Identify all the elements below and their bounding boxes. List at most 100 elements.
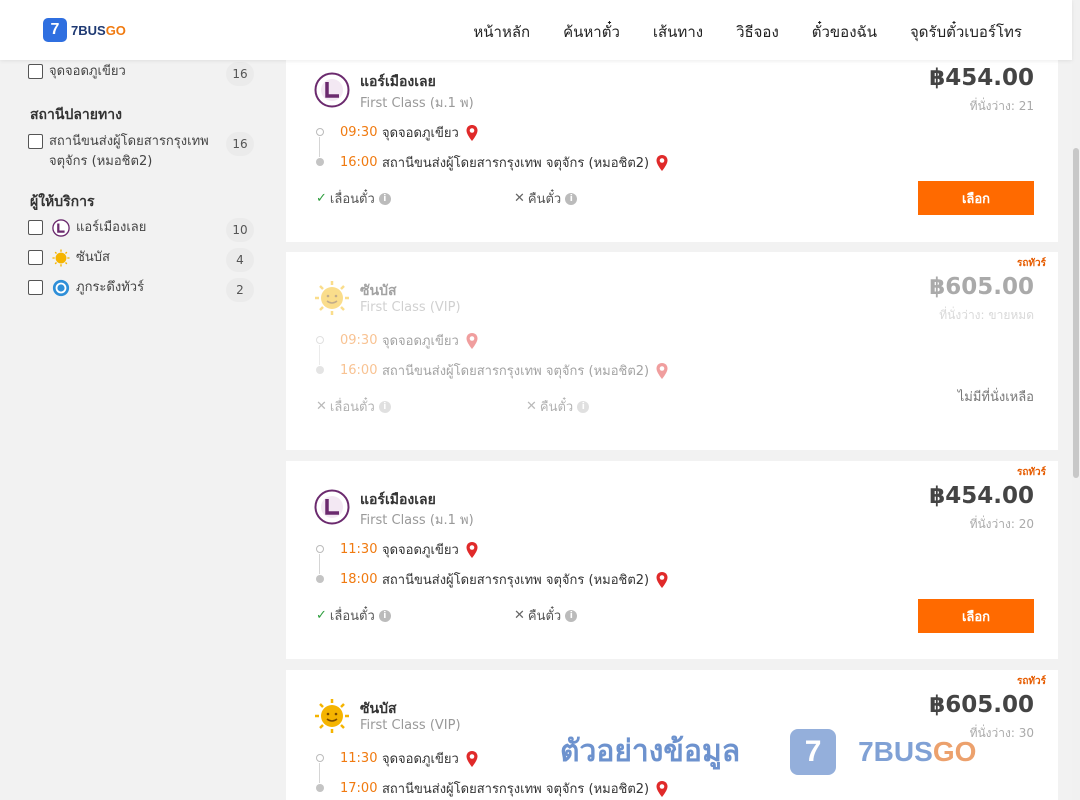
sun-logo-icon bbox=[52, 249, 70, 267]
no-seat-message: ไม่มีที่นั่งเหลือ bbox=[957, 390, 1034, 405]
check-icon: ✓ bbox=[316, 191, 327, 206]
nav-search-ticket[interactable]: ค้นหาตั๋ว bbox=[563, 20, 620, 44]
depart-dot bbox=[316, 545, 324, 553]
watermark-text: ตัวอย่างข้อมูล bbox=[560, 734, 741, 769]
page-scrollbar[interactable] bbox=[1072, 0, 1080, 800]
fare-price: ฿605.00 bbox=[929, 274, 1034, 300]
info-icon[interactable]: i bbox=[577, 400, 590, 413]
seats-available: ที่นั่งว่าง: 20 bbox=[969, 517, 1034, 531]
air-muang-loei-logo-icon bbox=[314, 72, 350, 108]
arrive-place: สถานีขนส่งผู้โดยสารกรุงเทพ จตุจักร (หมอช… bbox=[382, 156, 650, 171]
select-trip-button[interactable]: เลือก bbox=[918, 599, 1034, 633]
arrive-time: 16:00 bbox=[340, 155, 378, 170]
map-pin-icon[interactable] bbox=[465, 750, 479, 768]
map-pin-icon[interactable] bbox=[655, 154, 669, 172]
filter-dest-mochit2[interactable]: สถานีขนส่งผู้โดยสารกรุงเทพ จตุจักร (หมอช… bbox=[28, 132, 254, 172]
filter-operator-air-muang-loei[interactable]: แอร์เมืองเลย 10 bbox=[28, 218, 254, 242]
bus-class: First Class (ม.1 พ) bbox=[360, 96, 474, 111]
depart-dot bbox=[316, 128, 324, 136]
map-pin-icon[interactable] bbox=[655, 780, 669, 798]
depart-place: จุดจอดภูเขียว bbox=[382, 126, 459, 141]
map-pin-icon[interactable] bbox=[465, 541, 479, 559]
depart-place: จุดจอดภูเขียว bbox=[382, 334, 459, 349]
select-trip-button[interactable]: เลือก bbox=[918, 181, 1034, 215]
bus-class: First Class (ม.1 พ) bbox=[360, 513, 474, 528]
nav-pickup-points[interactable]: จุดรับตั๋วเบอร์โทร bbox=[910, 20, 1022, 44]
checkbox[interactable] bbox=[28, 134, 43, 149]
map-pin-icon[interactable] bbox=[465, 124, 479, 142]
depart-place: จุดจอดภูเขียว bbox=[382, 543, 459, 558]
change-ticket-policy: ✓ เลื่อนตั๋ว i bbox=[316, 188, 391, 209]
refund-ticket-policy: ✕ คืนตั๋ว i bbox=[514, 188, 578, 209]
map-pin-icon[interactable] bbox=[655, 571, 669, 589]
check-icon: ✓ bbox=[316, 608, 327, 623]
info-icon[interactable]: i bbox=[378, 400, 391, 413]
filter-operator-phukradueng[interactable]: ภูกระดึงทัวร์ 2 bbox=[28, 278, 254, 302]
count-badge: 2 bbox=[226, 278, 254, 302]
logo-mark: 7 bbox=[43, 18, 67, 42]
depart-time: 09:30 bbox=[340, 125, 378, 140]
nav-home[interactable]: หน้าหลัก bbox=[473, 20, 530, 44]
operator-name: แอร์เมืองเลย bbox=[360, 492, 436, 508]
depart-dot bbox=[316, 336, 324, 344]
refund-ticket-policy: ✕ คืนตั๋ว i bbox=[526, 396, 590, 417]
nav-routes[interactable]: เส้นทาง bbox=[653, 20, 703, 44]
filter-label: จุดจอดภูเขียว bbox=[49, 64, 126, 79]
fare-price: ฿454.00 bbox=[929, 65, 1034, 91]
checkbox[interactable] bbox=[28, 64, 43, 79]
air-muang-loei-logo-icon bbox=[314, 489, 350, 525]
depart-time: 11:30 bbox=[340, 542, 378, 557]
dest-section-title: สถานีปลายทาง bbox=[30, 107, 122, 123]
phukradueng-logo-icon bbox=[52, 279, 70, 297]
air-muang-loei-logo-icon bbox=[52, 219, 70, 237]
info-icon[interactable]: i bbox=[378, 609, 391, 622]
change-ticket-policy: ✓ เลื่อนตั๋ว i bbox=[316, 605, 391, 626]
sun-logo-icon bbox=[315, 699, 349, 733]
info-icon[interactable]: i bbox=[565, 192, 578, 205]
filter-origin-phukhiao[interactable]: จุดจอดภูเขียว 16 bbox=[28, 62, 254, 86]
trip-card: แอร์เมืองเลย First Class (ม.1 พ) ฿454.00… bbox=[286, 52, 1058, 242]
arrive-dot bbox=[316, 575, 324, 583]
arrive-place: สถานีขนส่งผู้โดยสารกรุงเทพ จตุจักร (หมอช… bbox=[382, 364, 650, 379]
nav-how-to-book[interactable]: วิธีจอง bbox=[736, 20, 779, 44]
map-pin-icon[interactable] bbox=[465, 332, 479, 350]
trip-card: รถทัวร์ แอร์เมืองเลย First Class (ม.1 พ)… bbox=[286, 461, 1058, 659]
map-pin-icon[interactable] bbox=[655, 362, 669, 380]
brand-logo[interactable]: 7 7BUSGO bbox=[43, 18, 126, 42]
sun-logo-icon bbox=[315, 281, 349, 315]
nav-my-tickets[interactable]: ตั๋วของฉัน bbox=[812, 20, 877, 44]
cross-icon: ✕ bbox=[316, 399, 327, 414]
checkbox[interactable] bbox=[28, 250, 43, 265]
arrive-stop: 16:00 สถานีขนส่งผู้โดยสารกรุงเทพ จตุจักร… bbox=[340, 152, 669, 173]
arrive-place: สถานีขนส่งผู้โดยสารกรุงเทพ จตุจักร (หมอช… bbox=[382, 573, 650, 588]
scroll-thumb[interactable] bbox=[1073, 148, 1079, 478]
arrive-stop: 18:00 สถานีขนส่งผู้โดยสารกรุงเทพ จตุจักร… bbox=[340, 569, 669, 590]
bus-class: First Class (VIP) bbox=[360, 300, 461, 315]
count-badge: 4 bbox=[226, 248, 254, 272]
bus-type-tag: รถทัวร์ bbox=[1016, 676, 1046, 687]
filter-label: แอร์เมืองเลย bbox=[76, 220, 147, 235]
filter-label: ภูกระดึงทัวร์ bbox=[76, 280, 145, 295]
arrive-dot bbox=[316, 366, 324, 374]
checkbox[interactable] bbox=[28, 280, 43, 295]
cross-icon: ✕ bbox=[514, 191, 525, 206]
depart-stop: 09:30 จุดจอดภูเขียว bbox=[340, 330, 479, 351]
filter-label: สถานีขนส่งผู้โดยสารกรุงเทพ จตุจักร (หมอช… bbox=[49, 134, 209, 169]
filter-operator-sunbus[interactable]: ซันบัส 4 bbox=[28, 248, 254, 272]
bus-type-tag: รถทัวร์ bbox=[1016, 258, 1046, 269]
checkbox[interactable] bbox=[28, 220, 43, 235]
depart-stop: 09:30 จุดจอดภูเขียว bbox=[340, 122, 479, 143]
depart-place: จุดจอดภูเขียว bbox=[382, 752, 459, 767]
arrive-time: 17:00 bbox=[340, 781, 378, 796]
timeline-line bbox=[319, 137, 321, 157]
arrive-stop: 17:00 สถานีขนส่งผู้โดยสารกรุงเทพ จตุจักร… bbox=[340, 778, 669, 799]
depart-time: 09:30 bbox=[340, 333, 378, 348]
info-icon[interactable]: i bbox=[378, 192, 391, 205]
depart-stop: 11:30 จุดจอดภูเขียว bbox=[340, 748, 479, 769]
count-badge: 10 bbox=[226, 218, 254, 242]
fare-price: ฿454.00 bbox=[929, 483, 1034, 509]
filter-label: ซันบัส bbox=[76, 250, 110, 265]
sample-data-watermark: ตัวอย่างข้อมูล 7 7BUSGO bbox=[560, 728, 976, 775]
info-icon[interactable]: i bbox=[565, 609, 578, 622]
main-nav: หน้าหลัก ค้นหาตั๋ว เส้นทาง วิธีจอง ตั๋วข… bbox=[473, 20, 1022, 44]
